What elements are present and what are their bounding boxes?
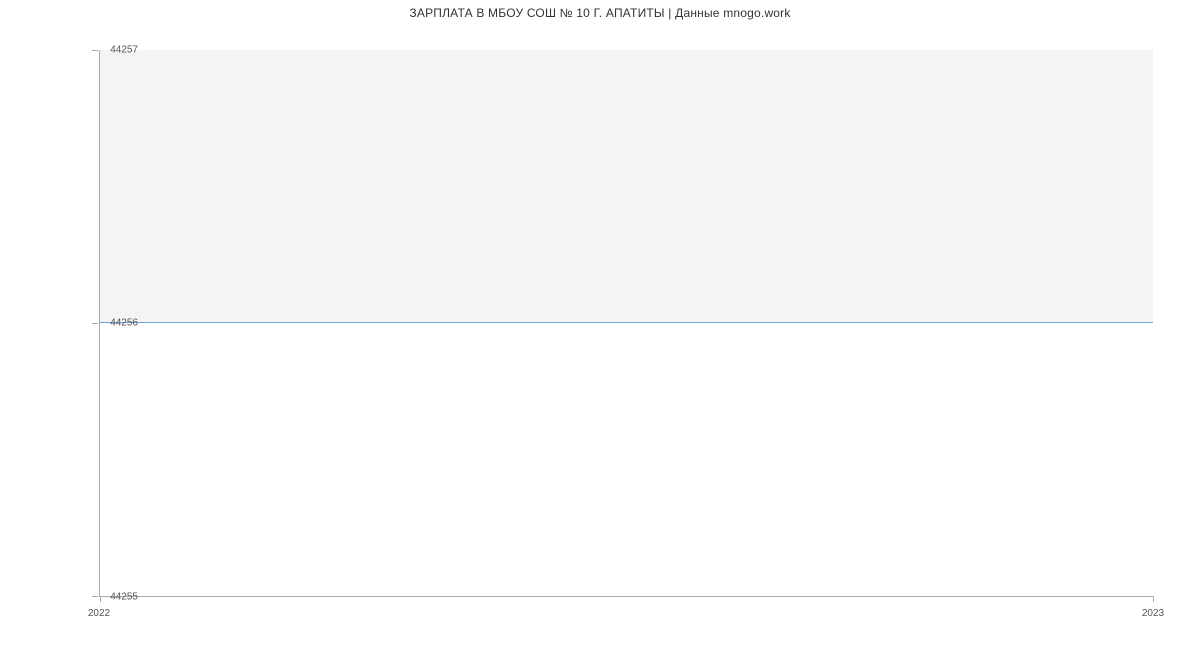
grid-band-upper [100,50,1153,323]
y-tick-label: 44255 [110,592,138,603]
chart-title: ЗАРПЛАТА В МБОУ СОШ № 10 Г. АПАТИТЫ | Да… [0,0,1200,20]
x-tick-label: 2023 [1142,608,1164,619]
y-tick [92,50,98,51]
chart-container [99,50,1153,597]
x-tick-label: 2022 [88,608,110,619]
y-tick-label: 44256 [110,318,138,329]
x-tick [100,596,101,602]
y-tick-label: 44257 [110,45,138,56]
grid-band-lower [100,323,1153,596]
y-tick [92,596,98,597]
y-tick [92,323,98,324]
plot-area [99,50,1153,597]
data-line [100,322,1153,323]
x-tick [1153,596,1154,602]
